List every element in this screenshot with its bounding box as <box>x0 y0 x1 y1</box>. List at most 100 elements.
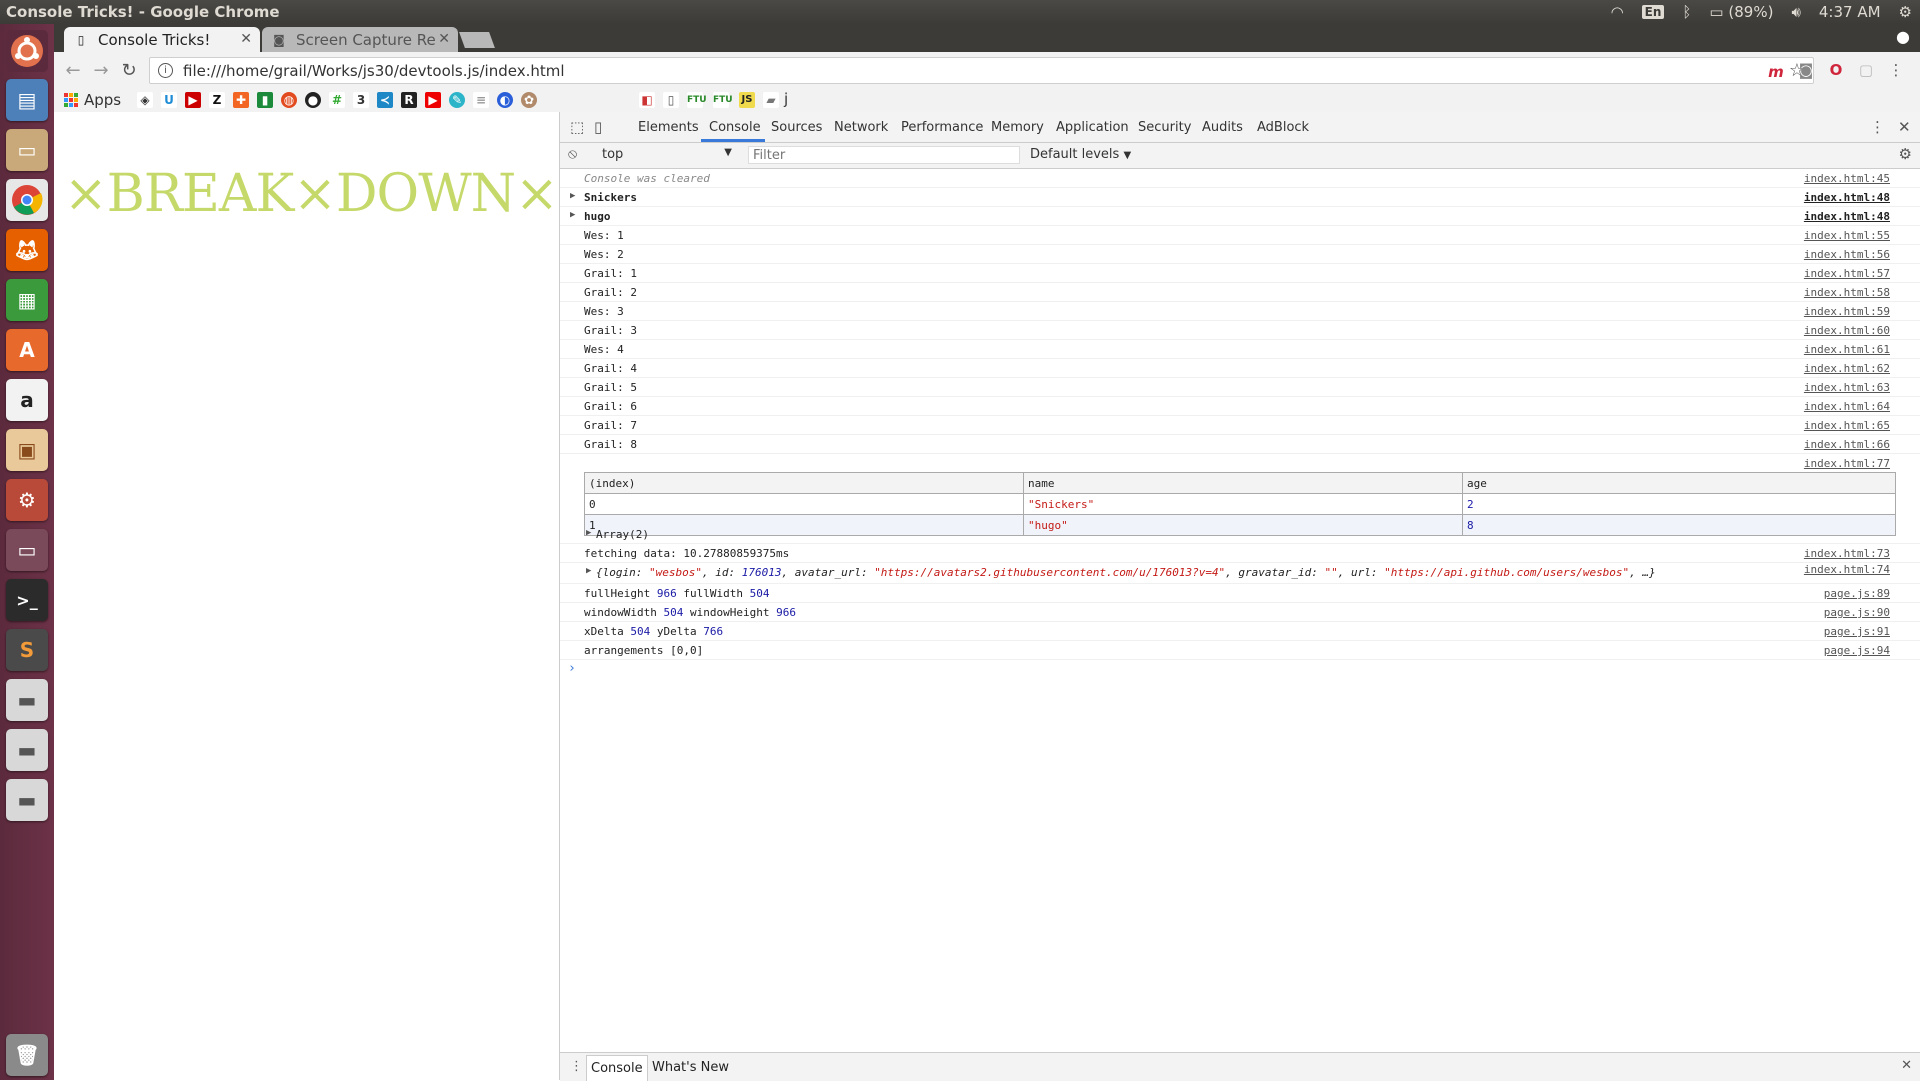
source-link[interactable]: index.html:65 <box>1804 419 1890 432</box>
bookmark-icon[interactable]: R <box>401 92 417 108</box>
youtube-icon[interactable]: ▶ <box>425 92 441 108</box>
files-icon[interactable]: ▤ <box>6 79 48 121</box>
more-options-icon[interactable]: ⋮ <box>1870 118 1885 136</box>
bluetooth-icon[interactable]: ᛒ <box>1682 3 1691 21</box>
bookmark-icon[interactable]: 3 <box>353 92 369 108</box>
inspect-icon[interactable]: ⬚ <box>570 118 584 136</box>
console-message[interactable]: ▶ Snickers index.html:48 <box>560 188 1920 207</box>
reload-icon[interactable]: ↻ <box>118 60 140 81</box>
folder-icon[interactable]: ▰ <box>763 92 779 108</box>
bookmark-icon[interactable]: # <box>329 92 345 108</box>
volume-icon[interactable]: 🔊︎ <box>1791 3 1800 21</box>
keyboard-indicator[interactable]: En <box>1641 5 1665 19</box>
tab-elements[interactable]: Elements <box>638 120 699 135</box>
bookmark-icon[interactable]: Z <box>209 92 225 108</box>
console-object-message[interactable]: ▶ {login: "wesbos", id: 176013, avatar_u… <box>560 563 1920 584</box>
tab-adblock[interactable]: AdBlock <box>1257 120 1309 135</box>
drawer-menu-icon[interactable]: ⋮ <box>570 1059 583 1074</box>
close-icon[interactable]: ✕ <box>1901 1058 1912 1073</box>
tab-security[interactable]: Security <box>1138 120 1191 135</box>
firefox-icon[interactable]: 🦊︎ <box>6 229 48 271</box>
apps-bookmark[interactable]: Apps <box>64 91 121 109</box>
tab-console[interactable]: Console <box>709 120 761 135</box>
back-icon[interactable]: ← <box>62 60 84 81</box>
workspace-icon[interactable]: ▭ <box>6 529 48 571</box>
settings-icon[interactable]: ⚙ <box>6 479 48 521</box>
sublime-icon[interactable]: S <box>6 629 48 671</box>
wifi-icon[interactable]: ◠ <box>1611 3 1624 21</box>
drawer-tab-console[interactable]: Console <box>586 1055 648 1081</box>
drawer-tab-whats-new[interactable]: What's New <box>652 1060 729 1075</box>
trash-icon[interactable]: 🗑︎ <box>6 1034 48 1076</box>
battery-indicator[interactable]: ▭ (89%) <box>1709 3 1773 21</box>
tab-network[interactable]: Network <box>834 120 888 135</box>
source-link[interactable]: index.html:64 <box>1804 400 1890 413</box>
expand-triangle-icon[interactable]: ▶ <box>570 210 575 220</box>
clear-console-icon[interactable]: ⦸ <box>568 146 577 162</box>
context-selector[interactable]: top ▼ <box>602 147 732 162</box>
impress-icon[interactable]: ▣ <box>6 429 48 471</box>
gear-icon[interactable]: ⚙ <box>1899 3 1912 21</box>
bookmark-icon[interactable]: ◧ <box>639 92 655 108</box>
bookmark-icon[interactable]: ◐ <box>497 92 513 108</box>
source-link[interactable]: index.html:55 <box>1804 229 1890 242</box>
bookmark-icon[interactable]: FTU <box>713 92 733 108</box>
log-levels-dropdown[interactable]: Default levels ▼ <box>1030 147 1131 162</box>
source-link[interactable]: index.html:58 <box>1804 286 1890 299</box>
source-link[interactable]: page.js:91 <box>1824 625 1890 638</box>
bookmark-icon[interactable]: FTU <box>687 92 707 108</box>
expand-triangle-icon[interactable]: ▶ <box>570 191 575 201</box>
expand-triangle-icon[interactable]: ▶ <box>586 528 591 538</box>
source-link[interactable]: index.html:77 <box>1804 457 1890 470</box>
tab-console-tricks[interactable]: ▯ Console Tricks! ✕ <box>64 27 260 52</box>
source-link[interactable]: index.html:73 <box>1804 547 1890 560</box>
close-icon[interactable]: ✕ <box>1898 118 1911 136</box>
source-link[interactable]: index.html:74 <box>1804 563 1890 576</box>
bookmark-icon[interactable]: ≡ <box>473 92 489 108</box>
source-link[interactable]: index.html:62 <box>1804 362 1890 375</box>
source-link[interactable]: page.js:90 <box>1824 606 1890 619</box>
url-text[interactable]: file:///home/grail/Works/js30/devtools.j… <box>183 62 565 80</box>
bookmark-icon[interactable]: ◈ <box>137 92 153 108</box>
clock[interactable]: 4:37 AM <box>1819 3 1881 21</box>
table-header[interactable]: name <box>1023 472 1463 494</box>
source-link[interactable]: index.html:66 <box>1804 438 1890 451</box>
tab-performance[interactable]: Performance <box>901 120 983 135</box>
file-manager-icon[interactable]: ▭ <box>6 129 48 171</box>
page-icon[interactable]: ▯ <box>663 92 679 108</box>
bookmark-icon[interactable]: ✚ <box>233 92 249 108</box>
device-toolbar-icon[interactable]: ▯ <box>594 118 602 136</box>
profile-icon[interactable]: ● <box>1896 27 1910 46</box>
source-link[interactable]: index.html:45 <box>1804 172 1890 185</box>
source-link[interactable]: index.html:48 <box>1804 210 1890 223</box>
close-icon[interactable]: ✕ <box>438 31 450 47</box>
source-link[interactable]: page.js:94 <box>1824 644 1890 657</box>
tab-screen-capture[interactable]: ◙ Screen Capture Re ✕ <box>262 27 458 52</box>
forward-icon[interactable]: → <box>90 60 112 81</box>
github-icon[interactable]: ● <box>305 92 321 108</box>
filter-input[interactable] <box>748 146 1020 164</box>
new-tab-button[interactable] <box>459 32 495 48</box>
tab-application[interactable]: Application <box>1056 120 1129 135</box>
console-prompt[interactable]: › <box>568 661 1908 679</box>
source-link[interactable]: index.html:57 <box>1804 267 1890 280</box>
spreadsheet-icon[interactable]: ▦ <box>6 279 48 321</box>
source-link[interactable]: index.html:60 <box>1804 324 1890 337</box>
tab-memory[interactable]: Memory <box>991 120 1044 135</box>
source-link[interactable]: page.js:89 <box>1824 587 1890 600</box>
drive-icon[interactable]: ▬ <box>6 779 48 821</box>
console-message[interactable]: ▶ Array(2) <box>560 525 1920 544</box>
expand-triangle-icon[interactable]: ▶ <box>586 566 591 576</box>
close-icon[interactable]: ✕ <box>240 31 252 47</box>
bookmark-icon[interactable]: ✿ <box>521 92 537 108</box>
menu-icon[interactable]: ⋮ <box>1886 60 1906 80</box>
bookmark-folder-label[interactable]: j <box>784 90 788 108</box>
table-header[interactable]: age <box>1462 472 1896 494</box>
tab-audits[interactable]: Audits <box>1202 120 1243 135</box>
extension-icon[interactable]: ▢ <box>1856 60 1876 80</box>
source-link[interactable]: index.html:59 <box>1804 305 1890 318</box>
source-link[interactable]: index.html:61 <box>1804 343 1890 356</box>
table-header[interactable]: (index) <box>584 472 1024 494</box>
amazon-icon[interactable]: a <box>6 379 48 421</box>
chrome-icon[interactable] <box>6 179 48 221</box>
